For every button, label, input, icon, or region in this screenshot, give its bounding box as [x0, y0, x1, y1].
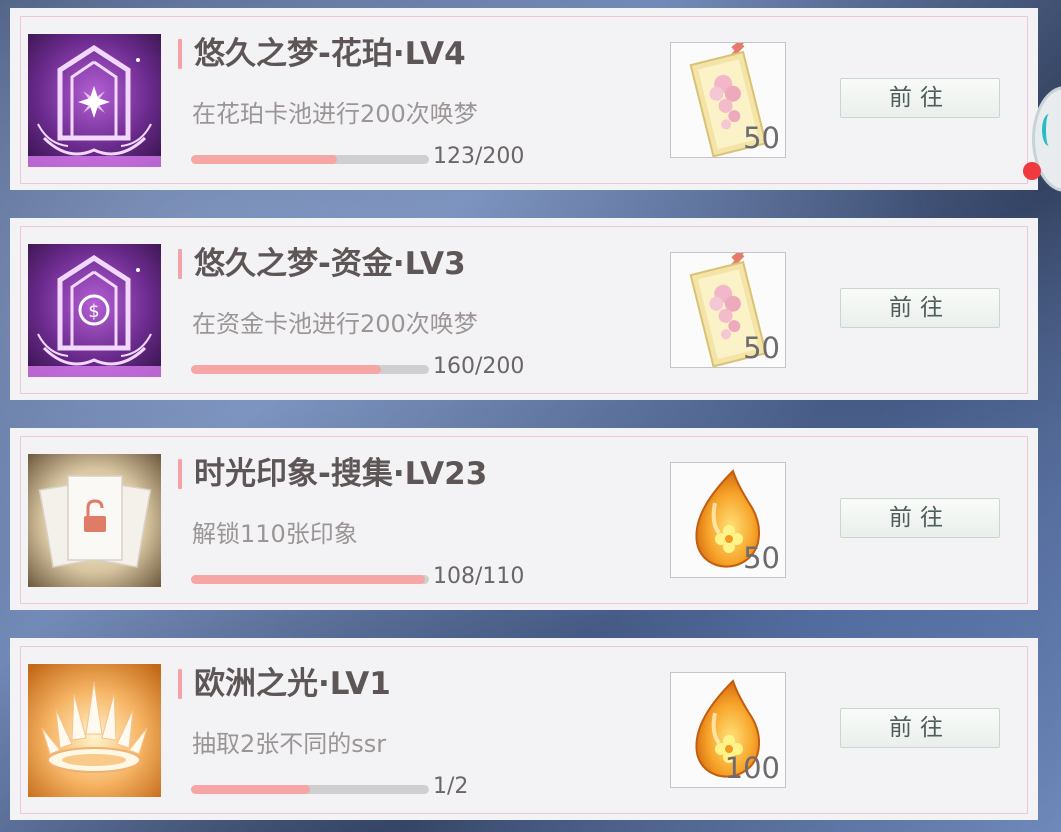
quest-card: 时光印象-搜集·LV23 解锁110张印象 108/110 50 前往: [10, 428, 1038, 610]
reward-item[interactable]: 50: [670, 462, 786, 578]
progress-bar: [191, 155, 429, 164]
reward-quantity: 50: [743, 541, 780, 575]
go-button[interactable]: 前往: [840, 78, 1000, 118]
quest-description: 解锁110张印象: [192, 520, 358, 548]
progress-count: 123/200: [433, 144, 525, 169]
reward-item[interactable]: 50: [670, 252, 786, 368]
notification-dot: [1023, 162, 1041, 180]
progress-bar: [191, 785, 429, 794]
reward-item[interactable]: 100: [670, 672, 786, 788]
progress-fill: [191, 365, 382, 374]
reward-quantity: 50: [743, 121, 780, 155]
title-accent-bar: [178, 459, 182, 489]
title-accent-bar: [178, 669, 182, 699]
quest-description: 在资金卡池进行200次唤梦: [192, 310, 478, 338]
go-button[interactable]: 前往: [840, 498, 1000, 538]
quest-title: 悠久之梦-花珀·LV4: [194, 36, 466, 72]
progress-fill: [191, 785, 310, 794]
quest-title: 时光印象-搜集·LV23: [194, 456, 488, 492]
progress-fill: [191, 155, 338, 164]
coin-emblem-icon: $: [28, 244, 161, 377]
progress-count: 160/200: [433, 354, 525, 379]
quest-card: $ 悠久之梦-资金·LV3 在资金卡池进行200次唤梦 160/200 50 前…: [10, 218, 1038, 400]
svg-text:$: $: [88, 301, 99, 322]
quest-title: 悠久之梦-资金·LV3: [194, 246, 466, 282]
quest-title: 欧洲之光·LV1: [194, 666, 391, 702]
reward-item[interactable]: 50: [670, 42, 786, 158]
crown-icon: [28, 664, 161, 797]
quest-card: 悠久之梦-花珀·LV4 在花珀卡池进行200次唤梦 123/200 50 前往: [10, 8, 1038, 190]
quest-card: 欧洲之光·LV1 抽取2张不同的ssr 1/2 100 前往: [10, 638, 1038, 820]
quest-description: 抽取2张不同的ssr: [192, 730, 387, 758]
progress-count: 108/110: [433, 564, 525, 589]
flower-emblem-icon: [28, 34, 161, 167]
go-button[interactable]: 前往: [840, 708, 1000, 748]
reward-quantity: 100: [724, 751, 780, 785]
progress-bar: [191, 575, 429, 584]
unlocked-cards-icon: [28, 454, 161, 587]
quest-description: 在花珀卡池进行200次唤梦: [192, 100, 478, 128]
side-menu-arc-icon: [1042, 114, 1056, 146]
title-accent-bar: [178, 39, 182, 69]
progress-fill: [191, 575, 425, 584]
progress-count: 1/2: [433, 774, 469, 799]
reward-quantity: 50: [743, 331, 780, 365]
progress-bar: [191, 365, 429, 374]
title-accent-bar: [178, 249, 182, 279]
go-button[interactable]: 前往: [840, 288, 1000, 328]
